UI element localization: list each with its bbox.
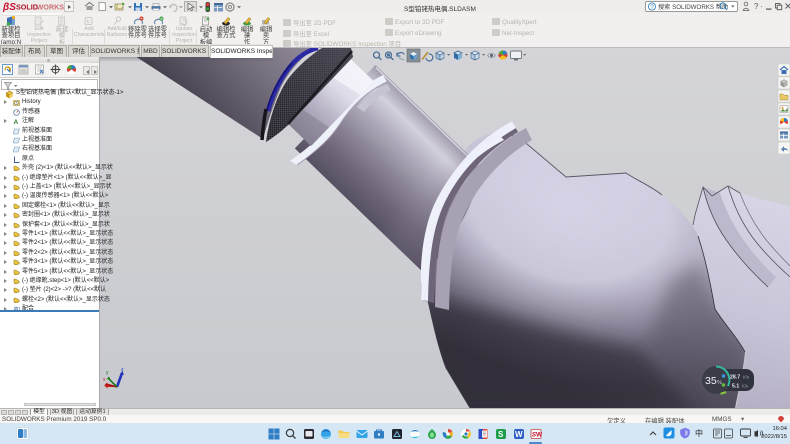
svg-text:WORKS: WORKS (37, 3, 65, 12)
svg-text:35: 35 (705, 375, 717, 387)
svg-text:W: W (536, 432, 542, 439)
svg-text:·: · (760, 2, 763, 11)
svg-text:A: A (14, 119, 19, 125)
svg-text:K/s: K/s (743, 375, 749, 380)
svg-text:K/s: K/s (742, 384, 748, 389)
svg-text:搜索 SOLIDWORKS 帮助: 搜索 SOLIDWORKS 帮助 (658, 3, 728, 11)
svg-text:5.1: 5.1 (732, 384, 739, 390)
svg-text:W: W (515, 430, 523, 439)
svg-text:βS: βS (3, 2, 16, 12)
svg-text:28.7: 28.7 (730, 375, 740, 381)
svg-text:S: S (498, 430, 504, 439)
svg-text:SOLID: SOLID (16, 3, 38, 12)
svg-text:?: ? (754, 2, 759, 11)
svg-text:?: ? (650, 4, 654, 11)
svg-text:%: % (717, 380, 722, 386)
